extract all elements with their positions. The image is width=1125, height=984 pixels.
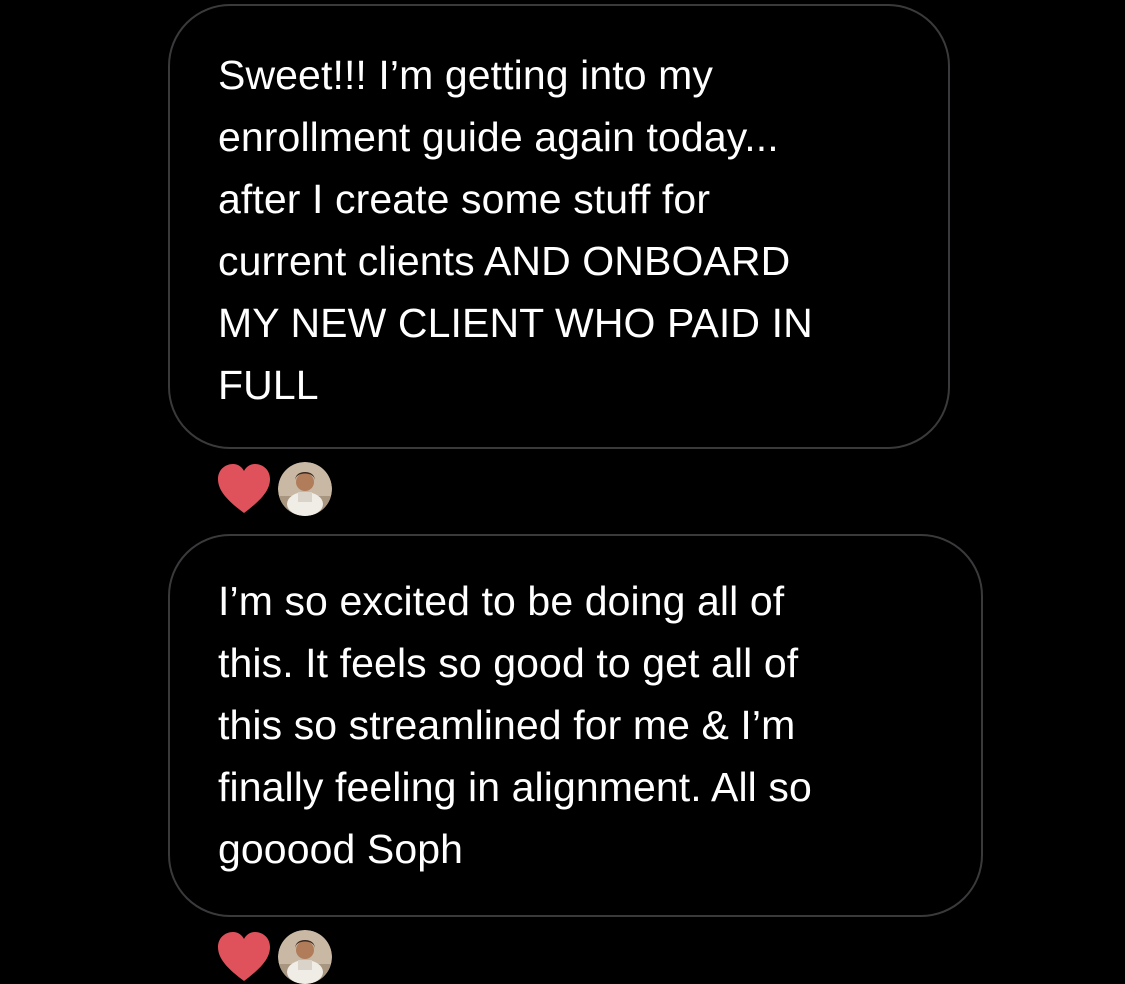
message-bubble[interactable]: Sweet!!! I’m getting into my enrollment … (168, 4, 950, 449)
heart-icon (218, 464, 270, 513)
avatar (278, 930, 332, 984)
heart-icon (218, 932, 270, 981)
message-text: Sweet!!! I’m getting into my enrollment … (218, 52, 813, 408)
message-bubble[interactable]: I’m so excited to be doing all of this. … (168, 534, 983, 917)
reaction-row[interactable] (216, 462, 332, 516)
message-text: I’m so excited to be doing all of this. … (218, 578, 812, 872)
avatar (278, 462, 332, 516)
reaction-row[interactable] (216, 930, 332, 984)
